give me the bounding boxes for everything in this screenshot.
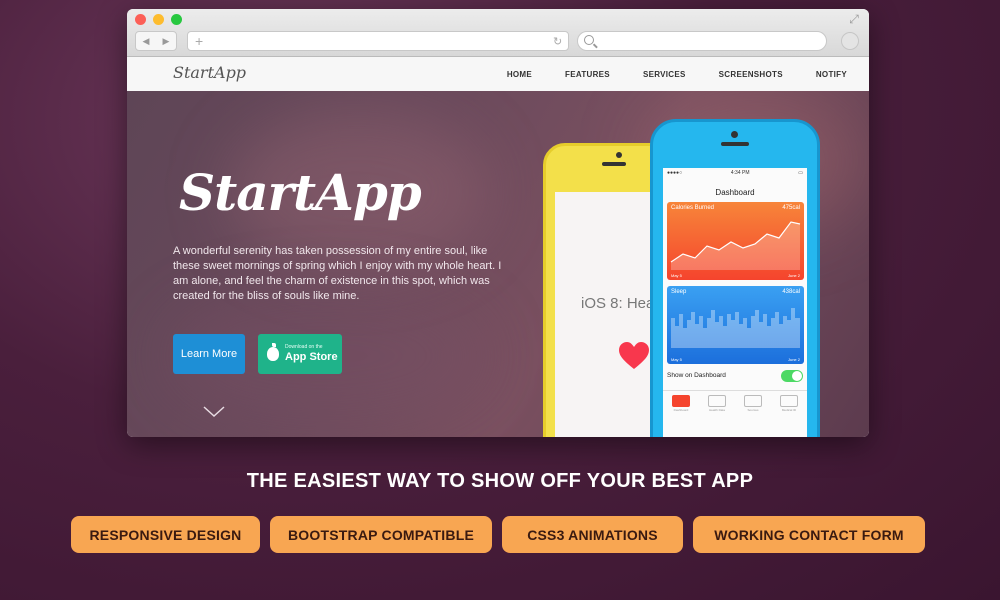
feature-badges: RESPONSIVE DESIGN BOOTSTRAP COMPATIBLE C… bbox=[71, 516, 925, 553]
site-logo[interactable]: StartApp bbox=[173, 63, 246, 82]
minimize-window-button[interactable] bbox=[153, 14, 164, 25]
dashboard-title: Dashboard bbox=[715, 188, 755, 197]
calories-label: Calories Burned bbox=[671, 205, 715, 211]
close-window-button[interactable] bbox=[135, 14, 146, 25]
sleep-graph bbox=[671, 308, 800, 348]
tab-label: Medical ID bbox=[781, 408, 797, 412]
maximize-window-button[interactable] bbox=[171, 14, 182, 25]
feature-badge-css3[interactable]: CSS3 ANIMATIONS bbox=[502, 516, 683, 553]
app-store-button[interactable]: Download on the App Store bbox=[258, 334, 342, 374]
phone-tab-bar: Dashboard Health Data Sources Medical ID bbox=[663, 390, 807, 414]
app-store-big-label: App Store bbox=[285, 351, 338, 363]
feature-badge-responsive[interactable]: RESPONSIVE DESIGN bbox=[71, 516, 260, 553]
sleep-card[interactable]: Sleep 438cal May 5 June 2 bbox=[667, 286, 804, 364]
phone-mockup-blue: ●●●●○ 4:34 PM ▭ Dashboard Calories Burne… bbox=[650, 119, 820, 437]
hero-section: StartApp A wonderful serenity has taken … bbox=[127, 91, 869, 437]
menu-item-features[interactable]: FEATURES bbox=[565, 70, 610, 79]
sources-tab-icon bbox=[744, 395, 762, 407]
phone-earpiece bbox=[721, 142, 749, 146]
heart-icon bbox=[619, 342, 649, 369]
feature-badge-bootstrap[interactable]: BOOTSTRAP COMPATIBLE bbox=[270, 516, 492, 553]
chevron-down-icon[interactable] bbox=[203, 400, 225, 422]
phone-earpiece bbox=[602, 162, 626, 166]
health-data-tab-icon bbox=[708, 395, 726, 407]
tagline-heading: THE EASIEST WAY TO SHOW OFF YOUR BEST AP… bbox=[246, 470, 754, 492]
tab-health-data[interactable]: Health Data bbox=[708, 395, 726, 412]
tab-medical-id[interactable]: Medical ID bbox=[780, 395, 798, 412]
tab-label: Sources bbox=[747, 408, 759, 412]
tab-sources[interactable]: Sources bbox=[744, 395, 762, 412]
dashboard-tab-icon bbox=[672, 395, 690, 407]
calories-card[interactable]: Calories Burned 475cal May 5 June 2 bbox=[667, 202, 804, 280]
tab-dashboard[interactable]: Dashboard bbox=[672, 395, 690, 412]
browser-window: ⤢ ◀ ▶ + ↻ StartApp HOME FEATURES SERVICE… bbox=[127, 9, 869, 437]
back-button[interactable]: ◀ bbox=[136, 32, 156, 50]
sleep-date-start: May 5 bbox=[671, 357, 682, 362]
search-icon bbox=[584, 35, 594, 45]
status-time: 4:34 PM bbox=[730, 170, 750, 176]
menu-item-home[interactable]: HOME bbox=[507, 70, 532, 79]
new-tab-icon[interactable]: + bbox=[195, 33, 203, 49]
tab-label: Dashboard bbox=[673, 408, 689, 412]
calories-date-start: May 5 bbox=[671, 273, 682, 278]
medical-id-tab-icon bbox=[780, 395, 798, 407]
site-navbar: StartApp HOME FEATURES SERVICES SCREENSH… bbox=[127, 57, 869, 91]
status-bar: ●●●●○ 4:34 PM ▭ bbox=[663, 168, 807, 178]
feature-badge-contact-form[interactable]: WORKING CONTACT FORM bbox=[693, 516, 925, 553]
phone-camera bbox=[616, 152, 622, 158]
phone-camera bbox=[731, 131, 738, 138]
sleep-value: 438cal bbox=[782, 289, 800, 295]
fullscreen-icon[interactable]: ⤢ bbox=[847, 12, 861, 26]
hero-title: StartApp bbox=[179, 163, 422, 222]
menu-item-notify[interactable]: NOTIFY bbox=[816, 70, 847, 79]
calories-value: 475cal bbox=[782, 205, 800, 211]
app-store-small-label: Download on the bbox=[285, 344, 323, 350]
signal-icon: ●●●●○ bbox=[667, 170, 683, 176]
address-bar[interactable] bbox=[187, 31, 569, 51]
learn-more-button[interactable]: Learn More bbox=[173, 334, 245, 374]
main-menu: HOME FEATURES SERVICES SCREENSHOTS NOTIF… bbox=[507, 57, 847, 91]
forward-button[interactable]: ▶ bbox=[156, 32, 176, 50]
menu-item-services[interactable]: SERVICES bbox=[643, 70, 686, 79]
sleep-date-end: June 2 bbox=[787, 357, 800, 362]
menu-item-screenshots[interactable]: SCREENSHOTS bbox=[719, 70, 783, 79]
ios-health-text: iOS 8: Hea bbox=[581, 295, 655, 312]
show-on-dashboard-toggle[interactable] bbox=[781, 370, 803, 382]
browser-chrome: ⤢ ◀ ▶ + ↻ bbox=[127, 9, 869, 57]
sleep-label: Sleep bbox=[671, 289, 687, 295]
tab-label: Health Data bbox=[709, 408, 725, 412]
battery-icon: ▭ bbox=[798, 170, 803, 176]
show-on-dashboard-label: Show on Dashboard bbox=[667, 372, 726, 379]
show-on-dashboard-row: Show on Dashboard bbox=[667, 370, 803, 382]
calories-date-end: June 2 bbox=[787, 273, 800, 278]
apple-icon bbox=[267, 343, 279, 361]
calories-graph bbox=[670, 221, 801, 270]
search-input[interactable] bbox=[577, 31, 827, 51]
extension-button[interactable] bbox=[841, 32, 859, 50]
phone-screen: ●●●●○ 4:34 PM ▭ Dashboard Calories Burne… bbox=[663, 168, 807, 437]
hero-description: A wonderful serenity has taken possessio… bbox=[173, 245, 502, 302]
nav-buttons: ◀ ▶ bbox=[135, 31, 177, 51]
app-store-label: Download on the App Store bbox=[285, 345, 338, 363]
